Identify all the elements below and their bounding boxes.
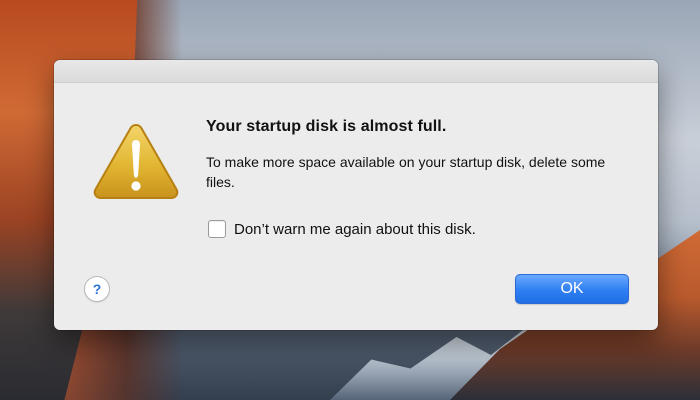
- startup-disk-full-dialog: Your startup disk is almost full. To mak…: [54, 60, 658, 330]
- dont-warn-checkbox[interactable]: [208, 220, 226, 238]
- ok-button[interactable]: OK: [515, 274, 629, 304]
- help-icon: ?: [92, 281, 102, 297]
- help-button[interactable]: ?: [84, 276, 110, 302]
- dialog-title: Your startup disk is almost full.: [206, 118, 447, 135]
- warning-triangle-icon: [92, 122, 180, 200]
- dont-warn-checkbox-row[interactable]: Don’t warn me again about this disk.: [208, 220, 476, 238]
- warning-triangle-icon-svg: [93, 123, 179, 199]
- dialog-titlebar: [54, 60, 658, 83]
- dont-warn-checkbox-label[interactable]: Don’t warn me again about this disk.: [234, 221, 476, 238]
- dialog-message: To make more space available on your sta…: [206, 154, 606, 190]
